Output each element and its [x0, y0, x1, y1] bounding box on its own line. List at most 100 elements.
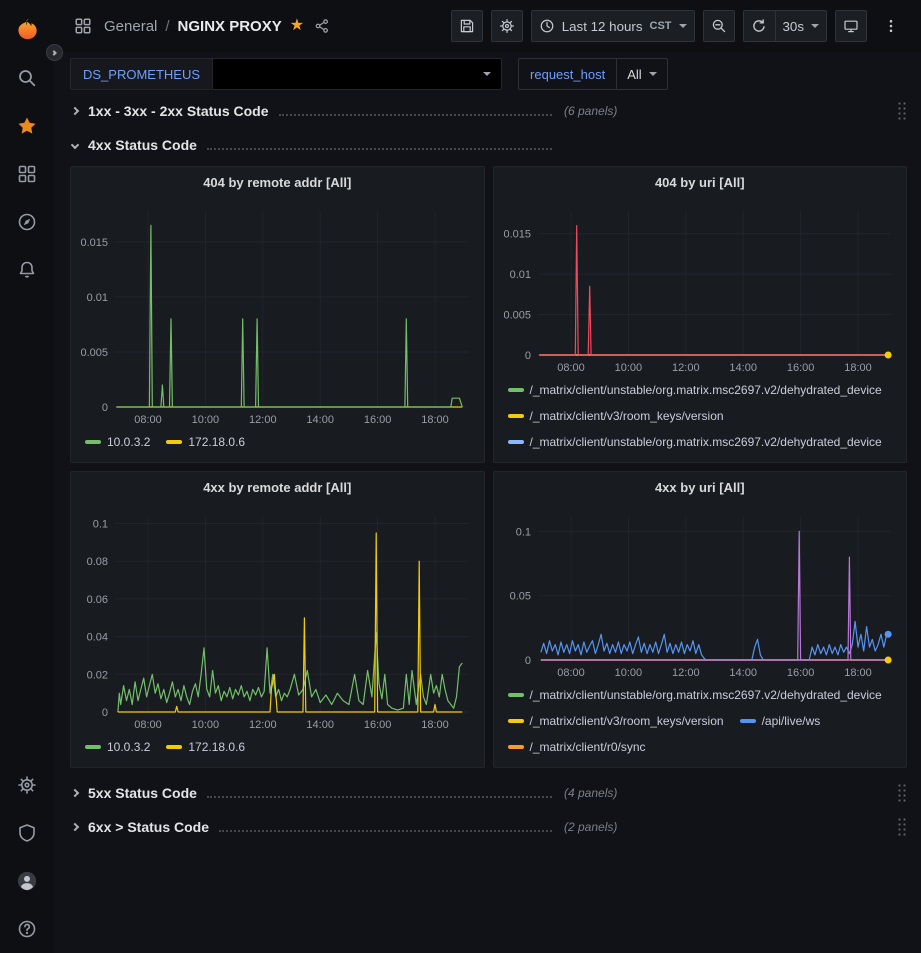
- sidebar-item-alerting[interactable]: [0, 246, 54, 294]
- svg-text:0.005: 0.005: [80, 347, 108, 359]
- sidebar-item-search[interactable]: [0, 54, 54, 102]
- refresh-button[interactable]: [743, 10, 775, 42]
- legend-item[interactable]: /api/live/ws: [740, 714, 821, 728]
- datasource-variable-label[interactable]: DS_PROMETHEUS: [70, 58, 212, 90]
- zoom-out-icon: [711, 18, 727, 34]
- dashboards-grid-icon: [17, 164, 37, 184]
- tv-mode-button[interactable]: [835, 10, 867, 42]
- sidebar-item-starred[interactable]: [0, 102, 54, 150]
- legend-item[interactable]: /_matrix/client/r0/sync: [508, 740, 646, 754]
- sidebar-item-help[interactable]: [0, 905, 54, 953]
- request-host-variable-dropdown[interactable]: All: [617, 58, 667, 90]
- panel-title[interactable]: 404 by uri [All]: [494, 167, 907, 197]
- legend-item[interactable]: /_matrix/client/unstable/org.matrix.msc2…: [508, 766, 882, 767]
- refresh-interval-dropdown[interactable]: 30s: [775, 10, 828, 42]
- share-icon[interactable]: [314, 18, 330, 34]
- legend-item[interactable]: 172.18.0.6: [166, 740, 245, 754]
- panel-title[interactable]: 404 by remote addr [All]: [71, 167, 484, 197]
- apps-grid-icon[interactable]: [74, 17, 92, 35]
- chart-canvas[interactable]: 08:0010:0012:0014:0016:0018:0000.0050.01…: [71, 197, 484, 429]
- time-series-chart[interactable]: 08:0010:0012:0014:0016:0018:0000.0050.01…: [71, 197, 484, 429]
- shield-icon: [17, 823, 37, 843]
- legend-item[interactable]: /_matrix/client/unstable/org.matrix.msc2…: [508, 383, 882, 397]
- time-series-chart[interactable]: 08:0010:0012:0014:0016:0018:0000.0050.01…: [494, 197, 907, 377]
- legend-label: /_matrix/client/unstable/org.matrix.msc2…: [530, 688, 882, 702]
- legend-label: /_matrix/client/unstable/org.matrix.msc2…: [530, 435, 882, 449]
- grafana-logo[interactable]: [0, 6, 54, 54]
- legend-item[interactable]: 10.0.3.2: [85, 740, 150, 754]
- request-host-variable-label[interactable]: request_host: [518, 58, 617, 90]
- svg-text:10:00: 10:00: [614, 362, 642, 374]
- chart-canvas[interactable]: 08:0010:0012:0014:0016:0018:0000.020.040…: [71, 502, 484, 734]
- favorite-star-icon[interactable]: ★: [290, 18, 304, 34]
- sidebar-item-settings[interactable]: [0, 761, 54, 809]
- panel-legend: /_matrix/client/unstable/org.matrix.msc2…: [494, 682, 907, 767]
- monitor-icon: [843, 18, 859, 34]
- row-title: 6xx > Status Code: [88, 819, 209, 835]
- panel-grid: 404 by remote addr [All] 08:0010:0012:00…: [70, 166, 907, 768]
- sidebar-item-security[interactable]: [0, 809, 54, 857]
- star-icon: [17, 116, 37, 136]
- row-drag-handle[interactable]: [897, 783, 907, 803]
- svg-text:10:00: 10:00: [192, 414, 220, 426]
- row-header-4xx[interactable]: 4xx Status Code: [70, 132, 907, 158]
- panel-4xx-by-remote-addr: 4xx by remote addr [All] 08:0010:0012:00…: [70, 471, 485, 768]
- row-drag-handle[interactable]: [897, 817, 907, 837]
- legend-label: /_matrix/client/unstable/org.matrix.msc2…: [530, 766, 882, 767]
- sidebar-expand-toggle[interactable]: [46, 44, 63, 61]
- svg-text:0.005: 0.005: [503, 310, 531, 322]
- svg-text:16:00: 16:00: [364, 414, 392, 426]
- clock-icon: [539, 18, 555, 34]
- row-header-6xx[interactable]: 6xx > Status Code (2 panels): [70, 814, 907, 840]
- legend-label: /_matrix/client/r0/sync: [530, 740, 646, 754]
- row-dotted-leader: [207, 788, 552, 798]
- time-series-chart[interactable]: 08:0010:0012:0014:0016:0018:0000.050.1: [494, 502, 907, 682]
- main-area: General / NGINX PROXY ★ Last 12 hours: [54, 0, 921, 953]
- more-options-button[interactable]: [875, 10, 907, 42]
- legend-item[interactable]: 10.0.3.2: [85, 435, 150, 449]
- svg-text:0.01: 0.01: [87, 292, 108, 304]
- gear-icon: [499, 18, 515, 34]
- legend-label: 10.0.3.2: [107, 435, 150, 449]
- save-dashboard-button[interactable]: [451, 10, 483, 42]
- legend-item[interactable]: /_matrix/client/v3/room_keys/version: [508, 714, 724, 728]
- dashboard-settings-button[interactable]: [491, 10, 523, 42]
- sidebar-item-dashboards[interactable]: [0, 150, 54, 198]
- svg-text:0.015: 0.015: [503, 229, 531, 241]
- svg-text:0.02: 0.02: [87, 669, 108, 681]
- chart-canvas[interactable]: 08:0010:0012:0014:0016:0018:0000.0050.01…: [494, 197, 907, 377]
- time-series-chart[interactable]: 08:0010:0012:0014:0016:0018:0000.020.040…: [71, 502, 484, 734]
- panel-404-by-remote-addr: 404 by remote addr [All] 08:0010:0012:00…: [70, 166, 485, 463]
- legend-item[interactable]: /_matrix/client/v3/room_keys/version: [508, 409, 724, 423]
- panel-title[interactable]: 4xx by uri [All]: [494, 472, 907, 502]
- page-title[interactable]: NGINX PROXY: [178, 18, 282, 35]
- refresh-interval-label: 30s: [783, 19, 805, 34]
- legend-item[interactable]: /_matrix/client/unstable/org.matrix.msc2…: [508, 435, 882, 449]
- svg-text:18:00: 18:00: [844, 667, 872, 679]
- row-header-1xx-3xx-2xx[interactable]: 1xx - 3xx - 2xx Status Code (6 panels): [70, 98, 907, 124]
- time-range-picker[interactable]: Last 12 hours CST: [531, 10, 695, 42]
- breadcrumb-section[interactable]: General: [104, 18, 157, 35]
- row-header-5xx[interactable]: 5xx Status Code (4 panels): [70, 780, 907, 806]
- legend-item[interactable]: 172.18.0.6: [166, 435, 245, 449]
- svg-text:14:00: 14:00: [729, 362, 757, 374]
- datasource-variable: DS_PROMETHEUS: [70, 58, 502, 90]
- zoom-out-button[interactable]: [703, 10, 735, 42]
- row-drag-handle[interactable]: [897, 101, 907, 121]
- svg-text:16:00: 16:00: [786, 362, 814, 374]
- legend-item[interactable]: /sw.js: [740, 461, 791, 462]
- chart-canvas[interactable]: 08:0010:0012:0014:0016:0018:0000.050.1: [494, 502, 907, 682]
- chevron-down-icon: [71, 141, 79, 149]
- svg-text:12:00: 12:00: [672, 362, 700, 374]
- svg-text:0.04: 0.04: [87, 632, 108, 644]
- legend-item[interactable]: /_matrix/client/v3/room_keys/version: [508, 461, 724, 462]
- sidebar-item-explore[interactable]: [0, 198, 54, 246]
- legend-label: 10.0.3.2: [107, 740, 150, 754]
- svg-text:0: 0: [102, 707, 108, 719]
- panel-title[interactable]: 4xx by remote addr [All]: [71, 472, 484, 502]
- breadcrumb-separator: /: [165, 18, 169, 35]
- panel-legend: /_matrix/client/unstable/org.matrix.msc2…: [494, 377, 907, 462]
- datasource-variable-dropdown[interactable]: [212, 58, 502, 90]
- legend-item[interactable]: /_matrix/client/unstable/org.matrix.msc2…: [508, 688, 882, 702]
- sidebar-item-profile[interactable]: [0, 857, 54, 905]
